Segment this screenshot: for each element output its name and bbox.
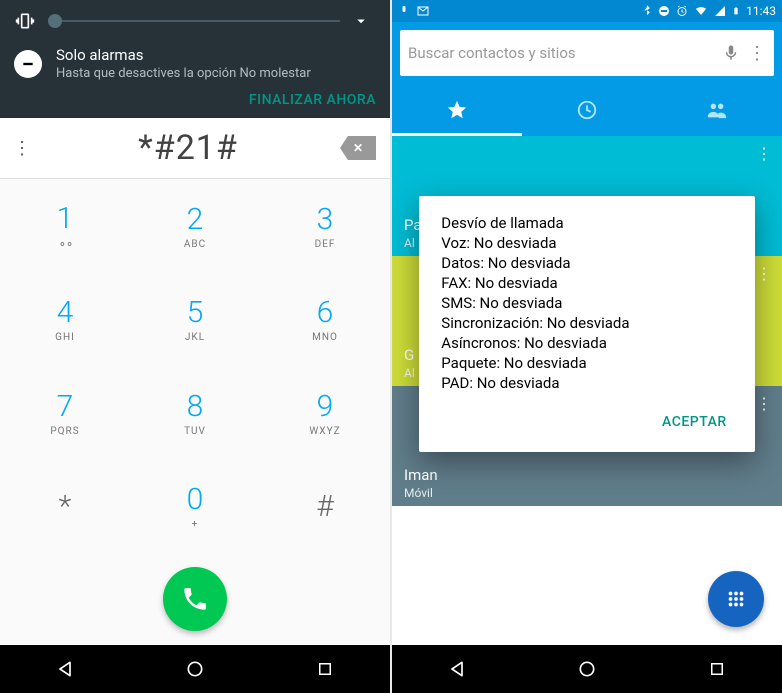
dnd-notification[interactable]: Solo alarmas Hasta que desactives la opc…: [14, 46, 376, 81]
key-number: 9: [317, 389, 334, 424]
volume-slider[interactable]: [48, 20, 340, 22]
status-bar: 11:43: [392, 0, 782, 22]
dialog-scrim: Desvío de llamada Voz: No desviada Datos: …: [392, 136, 782, 645]
key-number: 2: [187, 202, 204, 237]
home-button[interactable]: [563, 645, 611, 693]
dnd-status-icon: [658, 5, 670, 17]
dialog-line: Sincronización: No desviada: [441, 314, 732, 332]
search-placeholder: Buscar contactos y sitios: [408, 44, 714, 62]
dialog-line: Desvío de llamada: [441, 214, 732, 232]
key-6[interactable]: 6 MNO: [260, 273, 390, 367]
contacts-tabs: [392, 84, 782, 136]
key-number: 3: [317, 202, 334, 237]
key-9[interactable]: 9 WXYZ: [260, 366, 390, 460]
key-number: 0: [187, 482, 204, 517]
contacts-search[interactable]: Buscar contactos y sitios ⋮: [400, 30, 774, 76]
dialog-line: PAD: No desviada: [441, 374, 732, 392]
contacts-list: ⋮PaAl⋮GAl⋮ImanMóvil Desvío de llamadaVoz…: [392, 136, 782, 645]
end-now-button[interactable]: FINALIZAR AHORA: [249, 92, 376, 108]
dialog-line: Asíncronos: No desviada: [441, 334, 732, 352]
key-1[interactable]: 1 ⚬⚬: [0, 179, 130, 273]
tab-recents[interactable]: [522, 84, 652, 136]
key-number: #: [316, 489, 333, 524]
overflow-menu-icon[interactable]: ⋮: [8, 138, 36, 159]
status-time: 11:43: [746, 4, 776, 18]
key-letters: ABC: [184, 239, 206, 250]
volume-knob[interactable]: [48, 14, 62, 28]
call-forwarding-dialog: Desvío de llamada Voz: No desviada Datos: …: [419, 196, 754, 452]
dialog-line: Datos: No desviada: [441, 254, 732, 272]
key-number: 5: [187, 295, 204, 330]
voicemail-icon: ⚬⚬: [58, 238, 72, 251]
battery-icon: [732, 4, 740, 18]
dnd-subtitle: Hasta que desactives la opción No molest…: [56, 66, 311, 81]
call-button[interactable]: [163, 567, 227, 631]
chevron-down-icon[interactable]: [352, 12, 376, 30]
backspace-icon[interactable]: ✕: [340, 136, 376, 160]
dialog-line: FAX: No desviada: [441, 274, 732, 292]
notification-shade: Solo alarmas Hasta que desactives la opc…: [0, 0, 390, 118]
dialog-line: Voz: No desviada: [441, 234, 732, 252]
keypad: 1⚬⚬2ABC3DEF4GHI5JKL6MNO7PQRS8TUV9WXYZ*0+…: [0, 179, 390, 553]
recents-button[interactable]: [301, 645, 349, 693]
back-button[interactable]: [433, 645, 481, 693]
key-#[interactable]: #: [260, 460, 390, 554]
key-7[interactable]: 7 PQRS: [0, 366, 130, 460]
key-3[interactable]: 3 DEF: [260, 179, 390, 273]
alarm-icon: [676, 5, 688, 17]
overflow-menu-icon[interactable]: ⋮: [748, 43, 766, 64]
key-letters: WXYZ: [309, 426, 340, 437]
dialer: ⋮ *#21# ✕ 1 ⚬⚬ 2 ABC 3 DEF 4 GHI 5 JKL 6 MNO 7 PQRS 8 T…: [0, 118, 390, 645]
volume-row: [14, 10, 376, 32]
key-number: 8: [187, 389, 204, 424]
recents-button[interactable]: [693, 645, 741, 693]
dialog-line: Paquete: No desviada: [441, 354, 732, 372]
key-number: 4: [57, 295, 74, 330]
key-number: 7: [57, 389, 74, 424]
phone-right-contacts: 11:43 Buscar contactos y sitios ⋮ ⋮PaAl: [392, 0, 782, 693]
key-letters: JKL: [185, 332, 205, 343]
dialed-number: *#21#: [36, 128, 340, 168]
vibrate-icon: [14, 10, 36, 32]
dnd-minus-icon: [14, 50, 42, 78]
mic-icon[interactable]: [722, 44, 740, 62]
back-button[interactable]: [41, 645, 89, 693]
key-letters: MNO: [312, 332, 338, 343]
tab-contacts[interactable]: [652, 84, 782, 136]
key-2[interactable]: 2 ABC: [130, 179, 260, 273]
dialog-accept-button[interactable]: ACEPTAR: [656, 406, 733, 438]
key-number: 1: [57, 201, 74, 236]
key-*[interactable]: *: [0, 460, 130, 554]
signal-icon: [714, 5, 726, 17]
dialog-line: SMS: No desviada: [441, 294, 732, 312]
phone-left-dialer: Solo alarmas Hasta que desactives la opc…: [0, 0, 390, 693]
key-letters: PQRS: [50, 426, 79, 437]
key-letters: +: [192, 519, 199, 530]
search-bar-container: Buscar contactos y sitios ⋮: [392, 22, 782, 84]
tab-favorites[interactable]: [392, 84, 522, 136]
home-button[interactable]: [171, 645, 219, 693]
dnd-title: Solo alarmas: [56, 46, 311, 64]
key-4[interactable]: 4 GHI: [0, 273, 130, 367]
dialed-number-row: ⋮ *#21# ✕: [0, 118, 390, 179]
voice-search-icon: [398, 5, 410, 17]
bluetooth-icon: [642, 4, 652, 18]
wifi-icon: [694, 5, 708, 17]
key-letters: TUV: [184, 426, 206, 437]
gmail-icon: [416, 5, 430, 17]
key-8[interactable]: 8 TUV: [130, 366, 260, 460]
key-number: *: [59, 489, 72, 524]
android-nav-bar: [0, 645, 390, 693]
key-5[interactable]: 5 JKL: [130, 273, 260, 367]
android-nav-bar: [392, 645, 782, 693]
key-0[interactable]: 0+: [130, 460, 260, 554]
key-letters: DEF: [315, 239, 336, 250]
key-number: 6: [317, 295, 334, 330]
key-letters: GHI: [55, 332, 75, 343]
